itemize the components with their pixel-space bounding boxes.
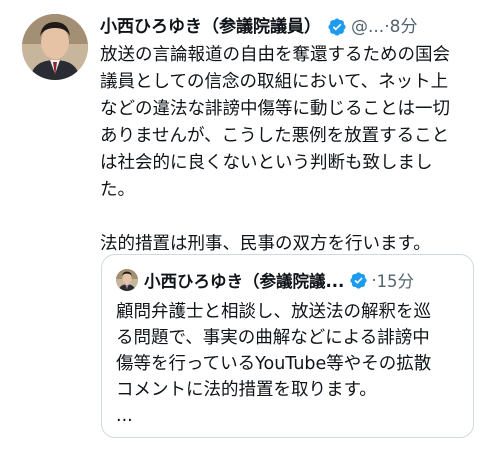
body-line: た。 [100,180,135,200]
verified-badge-icon [328,18,346,36]
profile-photo-icon [22,14,88,80]
quoted-tweet-body: 顧問弁護士と相談し、放送法の解釈を巡 る問題で、事実の曲解などによる誹謗中 傷等… [116,299,466,429]
quoted-body-line: 傷等を行っているYouTube等やその拡散 [116,354,432,374]
author-display-name[interactable]: 小西ひろゆき（参議院議員） [100,12,321,42]
author-handle[interactable]: @... [351,12,384,42]
quoted-timestamp: 15分 [376,272,415,291]
body-line: などの違法な誹謗中傷等に動じることは一切 [100,99,450,119]
verified-badge-icon [350,271,367,289]
quoted-tweet-header: 小西ひろゆき（参議院議... · 15分 [116,267,463,293]
quoted-author-display-name: 小西ひろゆき（参議院議... [144,272,345,291]
tweet-body: 放送の言論報道の自由を奪還するための国会 議員としての信念の取組において、ネット… [100,42,485,258]
quoted-body-line: る問題で、事実の曲解などによる誹謗中 [116,328,430,348]
quoted-body-ellipsis: ... [116,406,133,426]
body-line: は社会的に良くないという判断も致しまし [100,153,433,173]
body-line: 議員としての信念の取組において、ネット上 [100,72,449,92]
tweet-timestamp[interactable]: 8分 [390,12,418,42]
quoted-tweet-card[interactable]: 小西ひろゆき（参議院議... · 15分 顧問弁護士と相談し、放送法の解釈を巡 … [101,254,474,438]
author-avatar[interactable] [22,14,88,80]
quoted-body-line: 顧問弁護士と相談し、放送法の解釈を巡 [116,302,431,322]
quoted-body-line: コメントに法的措置を取ります。 [116,380,377,400]
profile-photo-icon [116,269,138,291]
tweet-header: 小西ひろゆき（参議院議員） @... · 8分 [100,12,489,42]
tweet[interactable]: 小西ひろゆき（参議院議員） @... · 8分 放送の言論報道の自由を奪還するた… [0,0,501,453]
quoted-author-avatar [116,269,138,291]
body-line: 放送の言論報道の自由を奪還するための国会 [100,45,450,65]
body-line: ありませんが、こうした悪例を放置すること [100,126,450,146]
